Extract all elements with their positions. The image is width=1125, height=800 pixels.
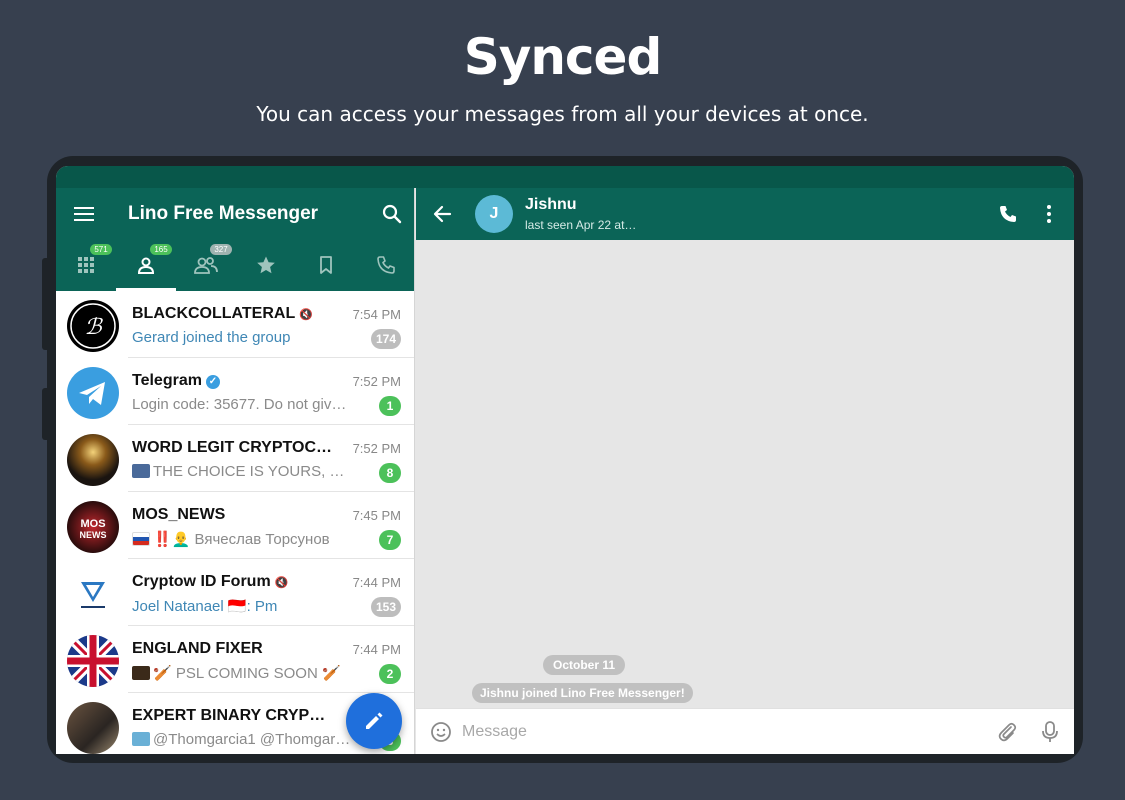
unread-count: 1 bbox=[379, 396, 401, 416]
tab-calls[interactable] bbox=[356, 240, 414, 291]
chat-row-england-fixer[interactable]: ENGLAND FIXER 7:44 PM 🏏 PSL COMING SOON … bbox=[56, 626, 414, 693]
flag-icon bbox=[132, 532, 150, 546]
chat-preview: Login code: 35677. Do not give this code… bbox=[132, 396, 354, 413]
chat-avatar bbox=[67, 367, 119, 419]
chat-name: Telegram ✓ bbox=[132, 372, 220, 390]
tab-groups[interactable]: 327 bbox=[176, 240, 236, 291]
chat-preview: @Thomgarcia1 @Thomgarcia1 bbox=[132, 731, 354, 748]
media-thumbnail bbox=[132, 732, 150, 746]
chat-time: 7:52 PM bbox=[352, 374, 401, 389]
chat-row-cryptow[interactable]: Cryptow ID Forum 🔇 7:44 PM Joel Natanael … bbox=[56, 559, 414, 626]
peer-avatar[interactable]: J bbox=[475, 195, 513, 233]
service-message: Jishnu joined Lino Free Messenger! bbox=[472, 683, 693, 703]
group-icon bbox=[194, 257, 218, 274]
muted-icon: 🔇 bbox=[299, 309, 313, 321]
device-side-button bbox=[42, 388, 48, 440]
tab-personal[interactable]: 165 bbox=[116, 240, 176, 291]
chat-preview: Joel Natanael 🇮🇩: Pm bbox=[132, 598, 278, 615]
chat-name: ENGLAND FIXER bbox=[132, 640, 263, 657]
pencil-icon bbox=[366, 712, 383, 729]
tab-badge: 327 bbox=[210, 244, 232, 255]
media-thumbnail bbox=[132, 666, 150, 680]
chat-list-panel: Lino Free Messenger 571 165 327 ℬ BLACKC… bbox=[56, 188, 415, 754]
unread-count: 2 bbox=[379, 664, 401, 684]
star-icon bbox=[257, 256, 275, 274]
svg-text:ℬ: ℬ bbox=[84, 315, 103, 340]
chat-avatar: MOS NEWS bbox=[67, 501, 119, 553]
svg-text:MOS: MOS bbox=[80, 518, 105, 530]
chat-time: 7:52 PM bbox=[352, 441, 401, 456]
unread-count: 7 bbox=[379, 530, 401, 550]
tab-all[interactable]: 571 bbox=[56, 240, 116, 291]
menu-icon[interactable] bbox=[74, 207, 94, 221]
muted-icon: 🔇 bbox=[274, 577, 289, 589]
chat-time: 7:54 PM bbox=[352, 307, 401, 322]
more-options-icon[interactable] bbox=[1046, 205, 1052, 223]
chat-row-blackcollateral[interactable]: ℬ BLACKCOLLATERAL 🔇 7:54 PM Gerard joined… bbox=[56, 291, 414, 358]
bookmark-icon bbox=[320, 256, 332, 274]
composer-bar bbox=[416, 708, 1074, 754]
tab-badge: 571 bbox=[90, 244, 112, 255]
hero-subtitle: You can access your messages from all yo… bbox=[256, 102, 869, 126]
app-header: Lino Free Messenger bbox=[56, 188, 414, 240]
chat-name: MOS_NEWS bbox=[132, 506, 226, 523]
conversation-header: J Jishnu last seen Apr 22 at… bbox=[416, 188, 1074, 240]
chat-avatar bbox=[67, 568, 119, 620]
app-title: Lino Free Messenger bbox=[128, 203, 319, 224]
search-icon[interactable] bbox=[382, 204, 402, 224]
tab-badge: 165 bbox=[150, 244, 172, 255]
chat-avatar bbox=[67, 702, 119, 754]
message-input[interactable] bbox=[462, 717, 962, 747]
chat-preview: THE CHOICE IS YOURS, NOW bbox=[132, 463, 354, 480]
media-thumbnail bbox=[132, 464, 150, 478]
chat-preview: ‼️👨‍🦲 Вячеслав Торсунов bbox=[132, 530, 330, 548]
unread-count: 8 bbox=[379, 463, 401, 483]
attach-icon[interactable] bbox=[996, 721, 1018, 743]
unread-count: 174 bbox=[370, 329, 401, 349]
chat-preview: 🏏 PSL COMING SOON 🏏 bbox=[132, 664, 341, 682]
microphone-icon[interactable] bbox=[1040, 720, 1060, 744]
chat-time: 7:44 PM bbox=[352, 642, 401, 657]
chat-name: WORD LEGIT CRYPTOCURRENCY bbox=[132, 439, 332, 456]
chat-preview: Gerard joined the group bbox=[132, 329, 291, 346]
device-side-button bbox=[42, 258, 48, 350]
peer-last-seen: last seen Apr 22 at… bbox=[525, 218, 637, 232]
tab-saved[interactable] bbox=[296, 240, 356, 291]
person-icon bbox=[137, 257, 155, 274]
unread-count: 153 bbox=[370, 597, 401, 617]
tab-favorites[interactable] bbox=[236, 240, 296, 291]
chat-avatar: ℬ bbox=[67, 300, 119, 352]
svg-text:NEWS: NEWS bbox=[80, 530, 107, 540]
folder-tabs: 571 165 327 bbox=[56, 240, 414, 291]
chat-avatar bbox=[67, 434, 119, 486]
chat-avatar bbox=[67, 635, 119, 687]
conversation-panel: J Jishnu last seen Apr 22 at… October 11… bbox=[416, 188, 1074, 754]
chat-row-telegram[interactable]: Telegram ✓ 7:52 PM Login code: 35677. Do … bbox=[56, 358, 414, 425]
verified-icon: ✓ bbox=[205, 375, 220, 389]
grid-icon bbox=[78, 257, 94, 273]
chat-row-word-legit[interactable]: WORD LEGIT CRYPTOCURRENCY 7:52 PM THE CH… bbox=[56, 425, 414, 492]
chat-time: 7:45 PM bbox=[352, 508, 401, 523]
status-bar bbox=[56, 166, 1074, 188]
chat-name: EXPERT BINARY CRYPTO TRADING bbox=[132, 707, 332, 724]
hero-title: Synced bbox=[463, 28, 663, 86]
chat-row-mos-news[interactable]: MOS NEWS MOS_NEWS 7:45 PM ‼️👨‍🦲 Вячеслав … bbox=[56, 492, 414, 559]
back-arrow-icon[interactable] bbox=[432, 204, 452, 224]
chat-name: Cryptow ID Forum 🔇 bbox=[132, 573, 289, 590]
peer-name[interactable]: Jishnu bbox=[525, 196, 577, 214]
call-icon[interactable] bbox=[998, 204, 1018, 224]
phone-icon bbox=[377, 256, 395, 274]
emoji-icon[interactable] bbox=[430, 721, 452, 743]
chat-name: BLACKCOLLATERAL 🔇 bbox=[132, 305, 313, 322]
date-separator: October 11 bbox=[543, 655, 626, 675]
compose-button[interactable] bbox=[346, 693, 402, 749]
chat-time: 7:44 PM bbox=[352, 575, 401, 590]
app-screen: Lino Free Messenger 571 165 327 ℬ BLACKC… bbox=[56, 166, 1074, 754]
